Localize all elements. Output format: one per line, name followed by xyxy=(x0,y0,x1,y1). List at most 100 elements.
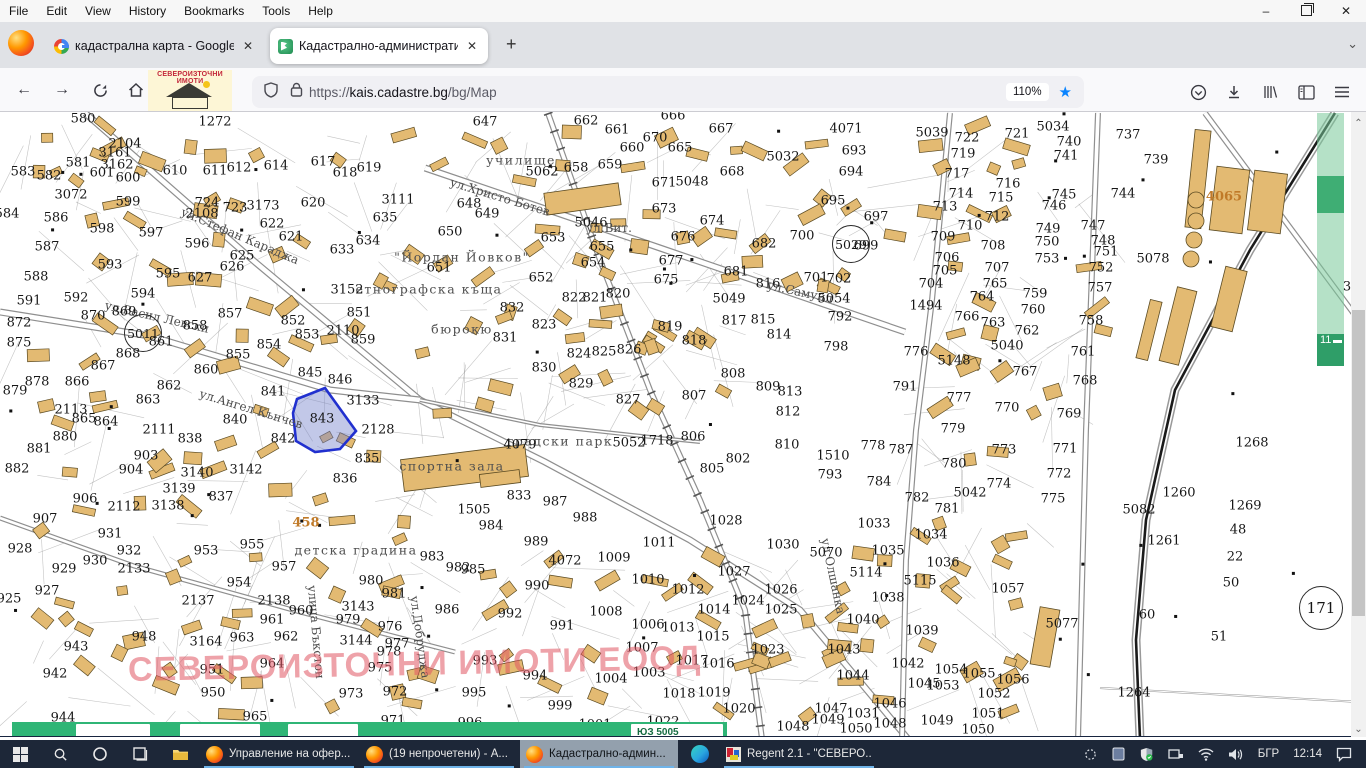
parcel-label: 5039 xyxy=(915,126,948,141)
scroll-down-icon[interactable]: ⌄ xyxy=(1351,724,1366,735)
taskbar-button-3[interactable]: Кадастрално-админ... xyxy=(520,740,678,768)
parcel-label: 782 xyxy=(905,491,930,506)
parcel-label: 3139 xyxy=(162,482,195,497)
parcel-label: 999 xyxy=(548,699,573,714)
reload-button[interactable] xyxy=(88,78,112,102)
taskbar-button-4[interactable]: Regent 2.1 - "СЕВЕРО... xyxy=(720,740,878,768)
parcel-label: 1018 xyxy=(662,687,695,702)
lock-icon[interactable] xyxy=(290,82,303,102)
parcel-label: 666 xyxy=(661,112,686,124)
parcel-label: 930 xyxy=(83,554,108,569)
new-tab-button[interactable]: + xyxy=(506,34,517,55)
menu-item-help[interactable]: Help xyxy=(299,0,342,22)
parcel-label: 984 xyxy=(479,519,504,534)
menu-item-bookmarks[interactable]: Bookmarks xyxy=(175,0,253,22)
parcel-label: 591 xyxy=(17,294,42,309)
parcel-label: 882 xyxy=(5,462,30,477)
cadastral-map[interactable]: 5801272210431613162581582583601600610611… xyxy=(0,112,1366,737)
language-indicator[interactable]: БГР xyxy=(1258,748,1279,760)
menu-item-file[interactable]: File xyxy=(0,0,37,22)
wifi-icon[interactable] xyxy=(1198,748,1214,761)
parcel-label: 928 xyxy=(8,542,33,557)
tab-close-icon[interactable]: ✕ xyxy=(240,39,256,53)
menu-item-tools[interactable]: Tools xyxy=(253,0,299,22)
edge-icon[interactable] xyxy=(680,740,720,768)
security-shield-icon[interactable] xyxy=(1139,747,1154,762)
volume-icon[interactable] xyxy=(1228,748,1244,761)
parcel-label: 791 xyxy=(893,380,918,395)
parcel-label: 817 xyxy=(722,314,747,329)
parcel-label: 826 xyxy=(617,343,642,358)
close-button[interactable]: ✕ xyxy=(1326,4,1366,18)
system-tray: БГР 12:14 xyxy=(1076,740,1366,768)
window-bottom-edge xyxy=(0,736,1366,737)
parcel-label: 976 xyxy=(378,620,403,635)
parcel-label: 830 xyxy=(532,361,557,376)
parcel-label: 1023 xyxy=(751,643,784,658)
parcel-label: 595 xyxy=(156,267,181,282)
start-button[interactable] xyxy=(0,740,40,768)
display-icon[interactable] xyxy=(1112,747,1125,761)
parcel-label: 1040 xyxy=(846,613,879,628)
circled-label-5029: 5029 xyxy=(832,225,870,263)
parcel-label: 943 xyxy=(64,640,89,655)
zoom-level-badge[interactable]: 110% xyxy=(1006,83,1049,101)
parcel-label: 660 xyxy=(620,141,645,156)
forward-button[interactable]: → xyxy=(50,78,74,102)
search-icon[interactable] xyxy=(40,740,80,768)
tab-close-icon[interactable]: ✕ xyxy=(464,39,480,53)
bookmark-star-icon[interactable]: ★ xyxy=(1059,83,1072,101)
action-center-icon[interactable] xyxy=(1336,747,1352,762)
menu-item-view[interactable]: View xyxy=(76,0,120,22)
file-explorer-icon[interactable] xyxy=(160,740,200,768)
parcel-label: 760 xyxy=(1021,303,1046,318)
parcel-label: 960 xyxy=(289,604,314,619)
snip-tool-icon[interactable] xyxy=(1083,747,1098,762)
parcel-label: 771 xyxy=(1053,442,1078,457)
tab-1[interactable]: кадастрална карта - Google Тъ✕ xyxy=(46,28,264,64)
parcel-label: 715 xyxy=(989,191,1014,206)
minimize-button[interactable]: – xyxy=(1246,4,1286,18)
clock[interactable]: 12:14 xyxy=(1293,748,1322,760)
parcel-label: 1020 xyxy=(722,702,755,717)
parcel-label: 808 xyxy=(721,367,746,382)
menu-item-edit[interactable]: Edit xyxy=(37,0,76,22)
parcel-label: 772 xyxy=(1047,467,1072,482)
parcel-label: 867 xyxy=(91,359,116,374)
parcel-label: 633 xyxy=(330,243,355,258)
parcel-label: 779 xyxy=(941,422,966,437)
task-view-icon[interactable] xyxy=(120,740,160,768)
parcel-label: 769 xyxy=(1057,407,1082,422)
menu-item-history[interactable]: History xyxy=(120,0,175,22)
list-tabs-chevron-icon[interactable]: ⌄ xyxy=(1347,36,1358,52)
downloads-icon[interactable] xyxy=(1222,80,1246,104)
parcel-label: 1033 xyxy=(857,517,890,532)
parcel-label: 599 xyxy=(116,195,141,210)
parcel-label: 932 xyxy=(117,544,142,559)
url-bar[interactable]: https://kais.cadastre.bg/bg/Map 110% ★ xyxy=(252,76,1084,108)
parcel-label: 610 xyxy=(163,164,188,179)
firefox-icon[interactable] xyxy=(8,30,34,56)
menu-hamburger-icon[interactable] xyxy=(1330,80,1354,104)
parcel-label: 750 xyxy=(1035,235,1060,250)
sidebar-icon[interactable] xyxy=(1294,80,1318,104)
taskbar-button-2[interactable]: (19 непрочетени) - А... xyxy=(360,740,518,768)
regent-icon xyxy=(726,747,741,762)
url-text[interactable]: https://kais.cadastre.bg/bg/Map xyxy=(309,85,1006,100)
tab-2[interactable]: Кадастрално-административн✕ xyxy=(270,28,488,64)
home-button[interactable] xyxy=(124,78,148,102)
back-button[interactable]: ← xyxy=(12,78,36,102)
restore-button[interactable] xyxy=(1286,4,1326,18)
pocket-icon[interactable] xyxy=(1186,80,1210,104)
scroll-up-icon[interactable]: ⌃ xyxy=(1351,118,1366,129)
cortana-icon[interactable] xyxy=(80,740,120,768)
hardware-icon[interactable] xyxy=(1168,748,1184,761)
taskbar-button-1[interactable]: Управление на офер... xyxy=(200,740,358,768)
library-icon[interactable] xyxy=(1258,80,1282,104)
parcel-label: 827 xyxy=(616,393,641,408)
parcel-label: 979 xyxy=(336,613,361,628)
vertical-scrollbar[interactable]: ⌃ ⌄ xyxy=(1351,112,1366,737)
shield-icon[interactable] xyxy=(264,82,278,103)
parcel-label: 635 xyxy=(373,211,398,226)
scrollbar-thumb[interactable] xyxy=(1352,310,1365,616)
